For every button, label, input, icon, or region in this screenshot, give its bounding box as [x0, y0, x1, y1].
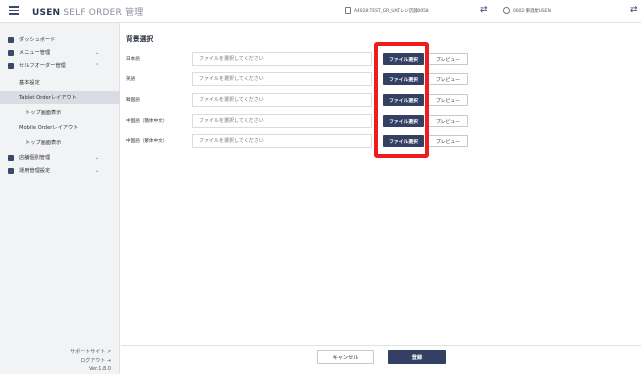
main-content: 背景選択 日本語 ファイル選択 プレビュー 英語 ファイル選択 プレビュー 韓国…	[121, 23, 641, 348]
preview-button[interactable]: プレビュー	[428, 53, 468, 65]
user-selector[interactable]: 0002:東酒屋USEN	[503, 7, 551, 14]
top-header: USEN SELF ORDER 管理 A4028:TEST_GR_UATレジ店舗…	[0, 0, 641, 23]
sidebar-item-basic-settings[interactable]: 基本設定	[0, 76, 120, 89]
sidebar-item-label: 運用管理設定	[19, 168, 51, 174]
sidebar-item-operation-settings[interactable]: 運用管理設定 ⌄	[0, 164, 120, 177]
file-select-button[interactable]: ファイル選択	[383, 53, 424, 65]
file-select-button[interactable]: ファイル選択	[383, 135, 424, 147]
preview-button[interactable]: プレビュー	[428, 73, 468, 85]
sidebar-item-tablet-order-layout[interactable]: Tablet Orderレイアウト	[0, 91, 120, 104]
row-label: 英語	[126, 77, 136, 82]
support-site-link[interactable]: サポートサイト ↗	[70, 348, 111, 355]
chevron-down-icon: ⌄	[95, 49, 100, 56]
file-row-japanese: 日本語 ファイル選択 プレビュー	[121, 52, 641, 66]
sidebar-item-label: トップ画面表示	[25, 110, 62, 116]
file-path-input[interactable]	[192, 114, 372, 128]
chevron-up-icon: ⌃	[95, 62, 100, 69]
chevron-down-icon: ⌄	[95, 167, 100, 174]
tablet-icon	[8, 62, 14, 69]
sidebar-item-self-order-management[interactable]: セルフオーダー管理 ⌃	[0, 59, 120, 72]
logout-label: ログアウト	[80, 358, 106, 364]
file-path-input[interactable]	[192, 72, 372, 86]
dashboard-icon	[8, 36, 14, 43]
logout-link[interactable]: ログアウト ⇥	[80, 357, 111, 364]
sidebar-item-tablet-top-screen[interactable]: トップ画面表示	[0, 106, 120, 119]
switch-user-icon[interactable]: ⇄	[630, 5, 638, 15]
store-label: A4028:TEST_GR_UATレジ店舗0058	[354, 8, 429, 14]
file-row-chinese-traditional: 中国語（繁体中文） ファイル選択 プレビュー	[121, 134, 641, 148]
store-selector[interactable]: A4028:TEST_GR_UATレジ店舗0058	[345, 7, 429, 14]
sidebar-item-label: トップ画面表示	[25, 140, 62, 146]
file-row-chinese-simplified: 中国語（簡体中文） ファイル選択 プレビュー	[121, 114, 641, 128]
sidebar-item-mobile-order-layout[interactable]: Mobile Orderレイアウト	[0, 121, 120, 134]
sidebar-item-mobile-top-screen[interactable]: トップ画面表示	[0, 136, 120, 149]
sidebar-item-label: Mobile Orderレイアウト	[19, 125, 79, 131]
user-icon	[503, 7, 510, 14]
sidebar-item-label: Tablet Orderレイアウト	[19, 95, 77, 101]
app-title: USEN SELF ORDER 管理	[32, 5, 143, 18]
file-row-korean: 韓国語 ファイル選択 プレビュー	[121, 93, 641, 107]
preview-button[interactable]: プレビュー	[428, 115, 468, 127]
file-select-button[interactable]: ファイル選択	[383, 73, 424, 85]
file-path-input[interactable]	[192, 93, 372, 107]
switch-store-icon[interactable]: ⇄	[480, 5, 488, 15]
row-label: 日本語	[126, 57, 140, 62]
sidebar-item-store-management[interactable]: 店舗個別管理 ⌄	[0, 151, 120, 164]
page-title: 背景選択	[126, 35, 154, 43]
hamburger-menu-icon[interactable]	[9, 6, 19, 15]
preview-button[interactable]: プレビュー	[428, 94, 468, 106]
settings-icon	[8, 167, 14, 174]
chevron-down-icon: ⌄	[95, 154, 100, 161]
brand-subtitle: SELF ORDER 管理	[63, 8, 144, 18]
sidebar-item-label: ダッシュボード	[19, 37, 56, 43]
sidebar-item-label: 基本設定	[19, 80, 40, 86]
cancel-button[interactable]: キャンセル	[317, 350, 374, 364]
sidebar-item-label: 店舗個別管理	[19, 155, 51, 161]
sidebar-item-dashboard[interactable]: ダッシュボード	[0, 33, 120, 46]
row-label: 中国語（簡体中文）	[126, 119, 168, 124]
register-button[interactable]: 登録	[388, 350, 446, 364]
preview-button[interactable]: プレビュー	[428, 135, 468, 147]
file-path-input[interactable]	[192, 52, 372, 66]
sidebar-item-label: メニュー管理	[19, 50, 51, 56]
user-label: 0002:東酒屋USEN	[513, 8, 551, 14]
row-label: 中国語（繁体中文）	[126, 139, 168, 144]
footer-bar: キャンセル 登録	[121, 345, 641, 374]
store-icon	[345, 7, 351, 14]
sidebar-item-label: セルフオーダー管理	[19, 63, 66, 69]
menu-book-icon	[8, 49, 14, 56]
version-label: Ver.1.8.0	[88, 366, 111, 372]
file-path-input[interactable]	[192, 134, 372, 148]
sidebar: ダッシュボード メニュー管理 ⌄ セルフオーダー管理 ⌃ 基本設定 Tablet…	[0, 23, 120, 374]
file-select-button[interactable]: ファイル選択	[383, 94, 424, 106]
sidebar-item-menu-management[interactable]: メニュー管理 ⌄	[0, 46, 120, 59]
file-row-english: 英語 ファイル選択 プレビュー	[121, 72, 641, 86]
logout-icon: ⇥	[106, 358, 111, 364]
row-label: 韓国語	[126, 98, 140, 103]
file-select-button[interactable]: ファイル選択	[383, 115, 424, 127]
store-icon	[8, 154, 14, 161]
support-site-label: サポートサイト	[70, 349, 106, 355]
brand-name: USEN	[32, 8, 61, 18]
external-link-icon: ↗	[106, 349, 111, 355]
